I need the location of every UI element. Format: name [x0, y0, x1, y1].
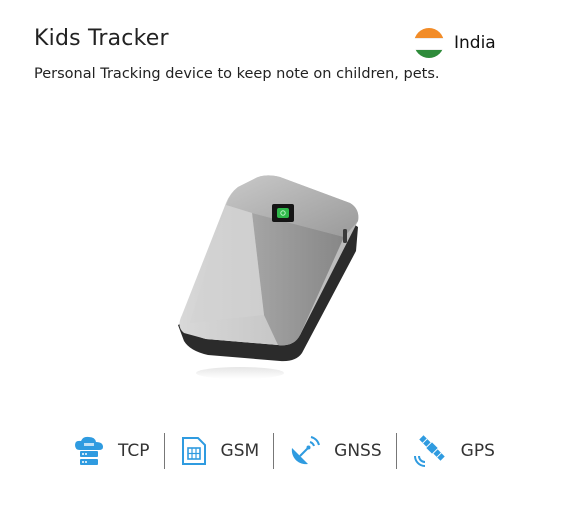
feature-label: GSM	[220, 441, 260, 461]
feature-label: GNSS	[334, 441, 382, 461]
country-name: India	[454, 33, 496, 53]
feature-gsm: GSM	[165, 428, 274, 474]
product-title: Kids Tracker	[34, 26, 169, 51]
product-card: Kids Tracker Personal Tracking device to…	[0, 0, 580, 506]
feature-gps: GPS	[397, 428, 509, 474]
country-badge: India	[414, 28, 496, 58]
feature-label: TCP	[118, 441, 150, 461]
india-flag-icon	[414, 28, 444, 58]
feature-list: TCP GSM GNSS GPS	[68, 428, 509, 474]
tracker-device-image	[160, 165, 360, 385]
satellite-dish-icon	[288, 434, 322, 468]
cloud-server-icon	[72, 434, 106, 468]
product-description: Personal Tracking device to keep note on…	[34, 66, 440, 82]
sim-card-icon	[179, 434, 209, 468]
satellite-icon	[411, 432, 449, 470]
feature-gnss: GNSS	[274, 428, 395, 474]
feature-tcp: TCP	[68, 428, 164, 474]
feature-label: GPS	[460, 441, 495, 461]
